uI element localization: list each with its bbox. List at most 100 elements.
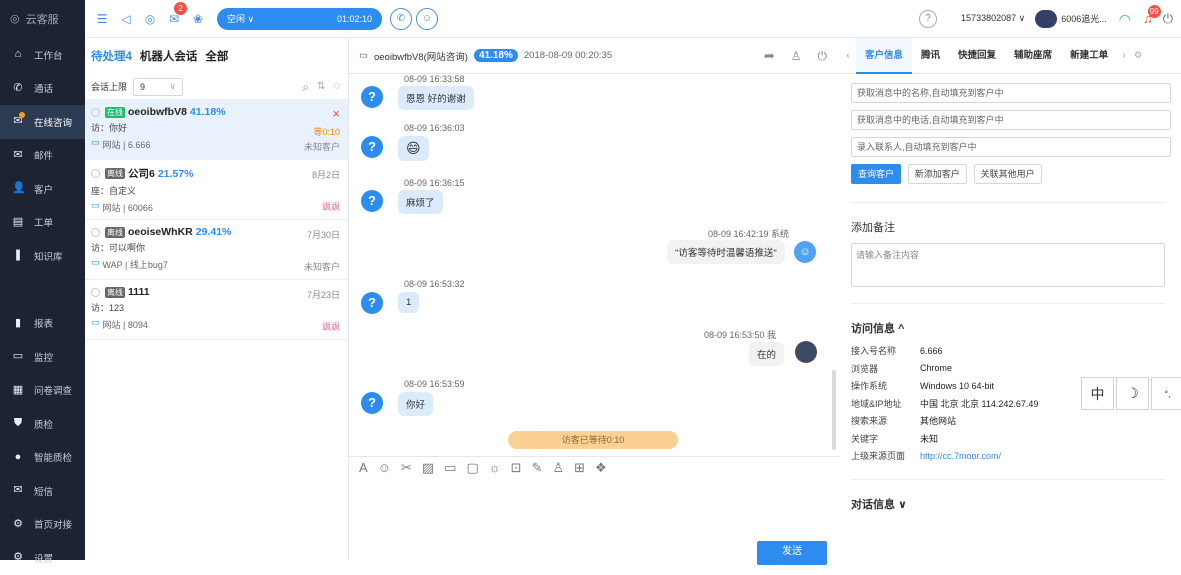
customer-name-input[interactable]: 获取消息中的名称,自动填充到客户中 [851, 83, 1171, 103]
sidebar-item[interactable]: ❚ 知识库 [0, 239, 85, 273]
session-last-msg-row: 访：可以啊你 [91, 241, 342, 254]
video-icon[interactable]: ▭ [444, 460, 456, 476]
session-item[interactable]: 离线 公司6 21.57% 座：自定义 ▭ 网站 | 60066 8月2日 飒飒 [85, 160, 348, 220]
session-radio[interactable] [91, 287, 100, 297]
visit-info-title[interactable]: 访问信息 ^ [851, 320, 1171, 336]
limit-select[interactable]: 9 ∨ [133, 77, 184, 96]
session-radio[interactable] [91, 169, 100, 178]
sidebar-item[interactable]: ▭ 监控 [0, 340, 85, 374]
dialog-info-title[interactable]: 对话信息 ∨ [851, 496, 1171, 512]
screenshot-icon[interactable]: ⊡ [511, 460, 522, 476]
phone-icon[interactable]: ✆ [390, 7, 412, 30]
add-customer-button[interactable]: 新添加客户 [907, 164, 967, 184]
chevron-right-icon[interactable]: › [1117, 51, 1131, 61]
phone-number-select[interactable]: 15733802087 ∨ [961, 13, 1025, 24]
sidebar-item[interactable]: ⚙ 设置 [0, 541, 85, 575]
customer-name: 飒飒 [321, 202, 340, 212]
font-icon[interactable]: A [359, 460, 368, 475]
close-icon[interactable]: × [332, 106, 340, 121]
sidebar: ◎ 云客服 ⌂ 工作台 ✆ 通话 ✉ 在线咨询 ✉ 邮件 👤 客户 ▤ 工单 ❚ 知识库 ▮ 报表 ▭ 监控 ▦ 问卷… [0, 0, 85, 565]
customer-phone-input[interactable]: 获取消息中的电话,自动填充到客户中 [851, 110, 1171, 130]
screen-share-icon[interactable]: ⊞ [574, 460, 585, 476]
sidebar-item[interactable]: ▦ 问卷调查 [0, 374, 85, 408]
tab-assist-agent[interactable]: 辅助座席 [1005, 38, 1061, 74]
sidebar-item[interactable]: ▮ 报表 [0, 307, 85, 341]
gear-icon[interactable]: ⚙ [1131, 51, 1145, 61]
transfer-icon[interactable]: ♙ [552, 460, 564, 476]
help-icon[interactable]: ? [919, 9, 938, 28]
quick-reply-icon[interactable]: ❖ [595, 460, 607, 476]
message-bubble: 恩恩 好的谢谢 [398, 86, 474, 110]
sidebar-item[interactable]: ✆ 通话 [0, 72, 85, 106]
system-message: "访客等待时温馨语推送" [667, 240, 785, 264]
query-customer-button[interactable]: 查询客户 [851, 164, 902, 184]
note-input[interactable]: 请输入备注内容 [851, 243, 1165, 287]
sidebar-item[interactable]: ✉ 短信 [0, 474, 85, 508]
message-time: 08-09 16:36:15 [404, 178, 465, 188]
power-icon[interactable]: ⏻ [1163, 12, 1173, 25]
link-user-button[interactable]: 关联其他用户 [973, 164, 1042, 184]
ime-zh-button[interactable]: 中 [1081, 377, 1114, 410]
session-item[interactable]: 离线 oeoiseWhKR 29.41% 访：可以啊你 ▭ WAP | 线上bug7 7月3… [85, 220, 348, 280]
add-user-icon[interactable]: ♙ [791, 50, 802, 62]
share-icon[interactable]: ➦ [764, 49, 775, 62]
sidebar-item[interactable]: ✉ 邮件 [0, 139, 85, 173]
agent-status-select[interactable]: 空闲 ∨ 01:02:10 [217, 7, 382, 30]
pen-icon[interactable]: ✎ [532, 460, 543, 476]
mail-icon[interactable]: ✉ 2 [163, 1, 187, 25]
notify-badge: 99 [1147, 5, 1161, 18]
tab-new-ticket[interactable]: 新建工单 [1061, 38, 1117, 74]
last-message: 访：可以啊你 [91, 243, 146, 253]
monitor-icon: ▭ [91, 257, 100, 267]
chevron-left-icon[interactable]: ‹ [840, 51, 856, 61]
last-message: 访：你好 [91, 123, 128, 133]
tab-quick-reply[interactable]: 快捷回复 [949, 38, 1005, 74]
session-radio[interactable] [91, 227, 100, 237]
chat-bubble-icon[interactable]: ◌ [333, 81, 340, 92]
sidebar-item[interactable]: ⌂ 工作台 [0, 38, 85, 72]
visit-info-value[interactable]: http://cc.7moor.com/ [920, 451, 1001, 461]
bulb-icon[interactable]: ☼ [489, 460, 501, 475]
sidebar-item[interactable]: ⚙ 首页对接 [0, 508, 85, 542]
sort-icon[interactable]: ⇅ [317, 81, 325, 92]
visitor-avatar: ? [361, 392, 383, 414]
tab-customer-info[interactable]: 客户信息 [856, 37, 913, 74]
punct-icon[interactable]: °, [1151, 377, 1181, 410]
scissors-icon[interactable]: ✂ [401, 460, 412, 476]
tab-pending[interactable]: 待处理4 [91, 48, 132, 64]
ime-widget: 中 ☽ °, [1081, 377, 1181, 410]
session-last-msg-row: 座：自定义 [91, 184, 342, 197]
search-icon[interactable]: ⌕ [302, 81, 309, 93]
chat-scrollbar[interactable] [832, 370, 836, 450]
sidebar-item[interactable]: 👤 客户 [0, 172, 85, 206]
user-name[interactable]: 6006追光... [1061, 12, 1107, 25]
tab-robot[interactable]: 机器人会话 [140, 48, 198, 64]
bell-icon[interactable]: ♫ 99 [1143, 5, 1161, 25]
image-icon[interactable]: ▨ [422, 460, 434, 476]
send-button[interactable]: 发送 [757, 541, 827, 565]
sidebar-item[interactable]: ⛊ 质检 [0, 407, 85, 441]
emoji-icon[interactable]: ☺ [378, 460, 391, 475]
moon-icon[interactable]: ☽ [1116, 377, 1149, 410]
session-item[interactable]: 离线 1111 访：123 ▭ 网站 | 8094 7月23日 飒飒 [85, 280, 348, 340]
message-icon[interactable]: ☺ [416, 7, 438, 30]
app-logo[interactable]: ◎ 云客服 [0, 0, 85, 38]
menu-icon[interactable]: ☰ [91, 13, 113, 25]
contact-input[interactable]: 录入联系人,自动填充到客户中 [851, 137, 1171, 157]
sidebar-item[interactable]: ▤ 工单 [0, 206, 85, 240]
back-icon[interactable]: ◁ [115, 13, 137, 25]
tab-tencent[interactable]: 腾讯 [912, 38, 949, 74]
session-score: 21.57% [157, 167, 194, 180]
visit-info-value: 中国 北京 北京 114.242.67.49 [920, 398, 1039, 409]
folder-icon[interactable]: ▢ [466, 460, 478, 476]
group-icon[interactable]: ❀ [187, 13, 209, 25]
chat-icon[interactable]: ◎ [139, 13, 161, 25]
sidebar-item[interactable]: ● 智能质检 [0, 441, 85, 475]
chevron-down-icon: ∨ [169, 81, 177, 91]
sidebar-item[interactable]: ✉ 在线咨询 [0, 105, 85, 139]
session-radio[interactable] [91, 107, 100, 117]
visit-info-value: 6.666 [920, 345, 943, 356]
session-item[interactable]: 在线 oeoibwfbV8 41.18% 访：你好 ▭ 网站 | 6.666 × 等0:10 未… [85, 100, 348, 160]
end-session-icon[interactable]: ⏻ [818, 50, 828, 62]
tab-all[interactable]: 全部 [205, 48, 228, 64]
